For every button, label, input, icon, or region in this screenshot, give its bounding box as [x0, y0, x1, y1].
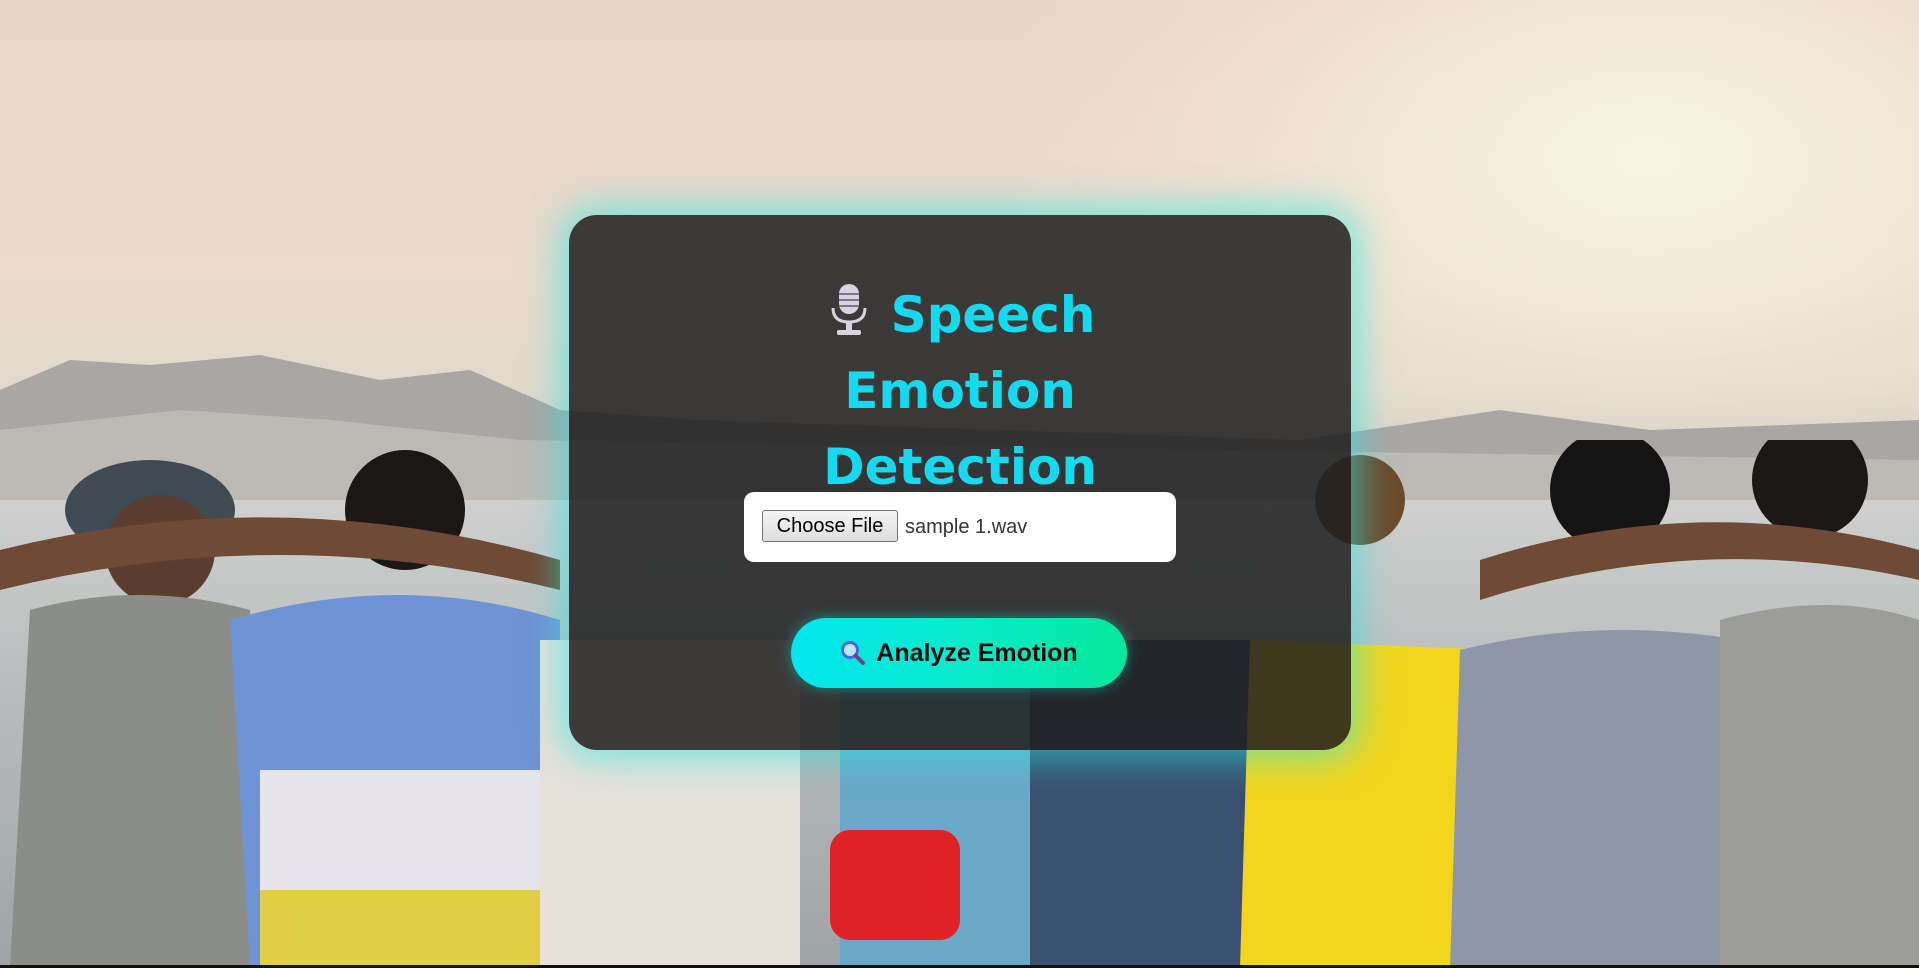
magnifier-icon	[841, 641, 866, 665]
choose-file-button[interactable]: Choose File	[762, 510, 898, 542]
title-line2: Detection	[823, 438, 1097, 496]
selected-file-name: sample 1.wav	[905, 516, 1028, 538]
page-title: Speech Emotion Detection	[569, 277, 1351, 505]
microphone-icon	[831, 284, 867, 335]
upload-card: Speech Emotion Detection Choose File sam…	[569, 215, 1351, 750]
file-input[interactable]: Choose File sample 1.wav	[744, 492, 1176, 562]
analyze-emotion-button[interactable]: Analyze Emotion	[791, 618, 1127, 688]
title-line1: Speech Emotion	[844, 286, 1096, 420]
analyze-emotion-label: Analyze Emotion	[876, 638, 1078, 667]
